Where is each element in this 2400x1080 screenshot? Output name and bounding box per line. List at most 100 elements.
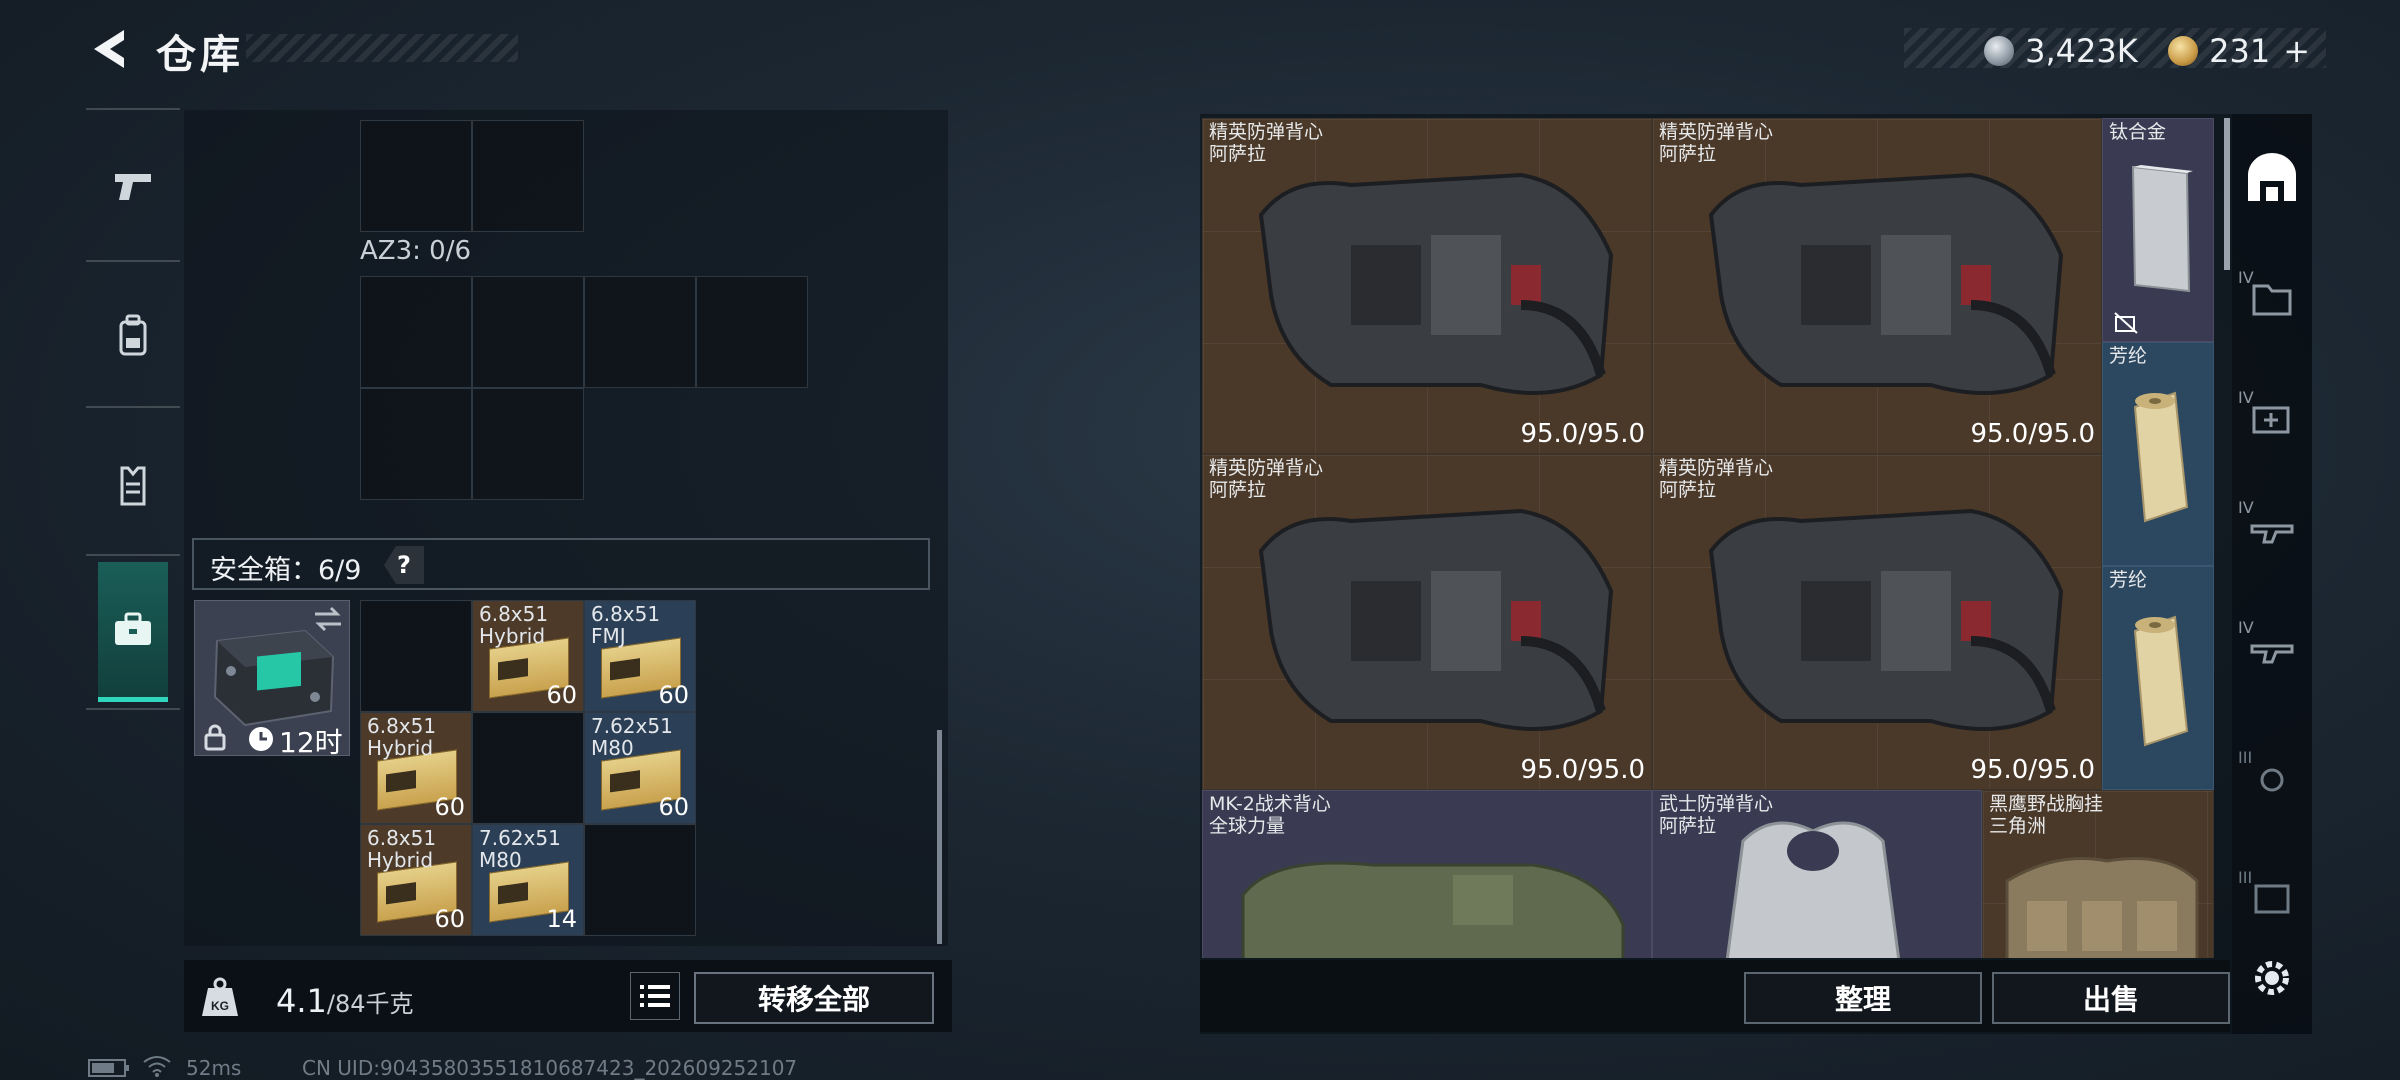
safebox-slot-empty[interactable] <box>360 600 472 712</box>
ammo-item[interactable]: 6.8x51 Hybrid 60 <box>360 824 472 936</box>
az3-slot[interactable] <box>472 388 584 500</box>
rail-tier-filter[interactable]: III <box>2236 850 2308 946</box>
ping-readout: 52ms <box>186 1056 242 1080</box>
storage-item[interactable]: 精英防弹背心 阿萨拉 95.0/95.0 <box>1202 454 1652 790</box>
briefcase-icon <box>115 612 151 645</box>
ammo-item[interactable]: 7.62x51 M80 14 <box>472 824 584 936</box>
aramid-roll-icon <box>2133 615 2189 747</box>
vest-icon <box>120 466 146 506</box>
az3-capacity-label: AZ3: 0/6 <box>360 236 472 266</box>
safebox-capacity-label: 安全箱：6/9 <box>210 555 362 586</box>
gold-coin-icon <box>2168 36 2198 66</box>
storage-item[interactable]: 芳纶 <box>2102 342 2214 566</box>
ammo-count: 60 <box>434 905 465 933</box>
storage-item[interactable]: 芳纶 <box>2102 566 2214 790</box>
storage-grid: 精英防弹背心 阿萨拉 95.0/95.0 精英防弹背心 阿萨拉 95.0/95.… <box>1202 118 2218 958</box>
medkit-icon <box>2252 406 2290 434</box>
az3-slot[interactable] <box>360 388 472 500</box>
storage-item[interactable]: 钛合金 <box>2102 118 2214 342</box>
ammo-name: 6.8x51 Hybrid <box>479 602 549 648</box>
az3-slot[interactable] <box>696 276 808 388</box>
transfer-all-button[interactable]: 转移全部 <box>694 972 934 1024</box>
armor-vest-icon <box>1258 172 1614 395</box>
ammo-count: 60 <box>658 681 689 709</box>
silver-amount: 3,423K <box>2025 32 2138 70</box>
inventory-slot[interactable] <box>472 120 584 232</box>
back-button[interactable] <box>86 26 136 72</box>
left-scrollbar[interactable] <box>937 730 942 944</box>
rail-tier-filter[interactable]: III <box>2236 730 2308 826</box>
tier-label: IV <box>2238 498 2254 517</box>
item-durability: 95.0/95.0 <box>1520 755 1645 785</box>
tier-label: III <box>2238 868 2253 887</box>
item-name: 芳纶 <box>2109 569 2148 591</box>
add-currency-button[interactable]: + <box>2283 32 2310 70</box>
ammo-name: 6.8x51 Hybrid <box>367 826 437 872</box>
storage-item[interactable]: 黑鹰野战胸挂 三角洲 <box>1982 790 2214 958</box>
item-name: 精英防弹背心 阿萨拉 <box>1659 121 1774 165</box>
gear-parts-icon <box>2260 768 2284 792</box>
ammo-name: 7.62x51 M80 <box>479 826 561 872</box>
tier-label: IV <box>2238 618 2254 637</box>
item-name: 芳纶 <box>2109 345 2148 367</box>
item-name: 精英防弹背心 阿萨拉 <box>1209 457 1324 501</box>
armor-vest-icon <box>1258 508 1614 731</box>
settings-button[interactable] <box>2250 956 2294 1000</box>
storage-scrollbar[interactable] <box>2224 118 2230 270</box>
weight-readout: 4.1/84千克 <box>276 982 414 1020</box>
silver-coin-icon <box>1984 36 2014 66</box>
wifi-icon <box>142 1054 172 1080</box>
rail-tier-filter[interactable]: IV <box>2236 250 2308 346</box>
rail-tier-filter[interactable]: IV <box>2236 600 2308 696</box>
az3-slot[interactable] <box>472 276 584 388</box>
storage-item[interactable]: 精英防弹背心 阿萨拉 95.0/95.0 <box>1652 118 2102 454</box>
chest-rig-icon <box>2005 857 2199 958</box>
ammo-item[interactable]: 6.8x51 Hybrid 60 <box>360 712 472 824</box>
ammo-count: 60 <box>434 793 465 821</box>
storage-item[interactable]: 武士防弹背心 阿萨拉 <box>1652 790 1982 958</box>
uid-readout: CN UID:90435803551810687423_202609252107 <box>302 1056 798 1080</box>
clock-icon <box>249 727 273 751</box>
sell-button[interactable]: 出售 <box>1992 972 2230 1024</box>
tab-backpack[interactable] <box>86 266 180 406</box>
ammo-item[interactable]: 6.8x51 Hybrid 60 <box>472 600 584 712</box>
storage-item[interactable]: MK-2战术背心 全球力量 <box>1202 790 1652 958</box>
back-arrow-icon <box>94 30 124 68</box>
ammo-item[interactable]: 7.62x51 M80 60 <box>584 712 696 824</box>
safebox-slot-empty[interactable] <box>472 712 584 824</box>
armor-vest-icon <box>1708 172 2064 395</box>
gold-amount: 231 <box>2209 32 2271 70</box>
swap-icon <box>315 606 341 632</box>
item-durability: 95.0/95.0 <box>1970 419 2095 449</box>
rail-all-storage[interactable] <box>2236 130 2308 226</box>
weight-icon: KG <box>194 974 246 1022</box>
storage-item[interactable]: 精英防弹背心 阿萨拉 95.0/95.0 <box>1202 118 1652 454</box>
rail-tier-filter[interactable]: IV <box>2236 480 2308 576</box>
tactical-vest-icon <box>1241 861 1625 958</box>
item-name: MK-2战术背心 全球力量 <box>1209 793 1331 837</box>
item-name: 黑鹰野战胸挂 三角洲 <box>1989 793 2104 837</box>
az3-slot[interactable] <box>360 276 472 388</box>
weight-max: /84千克 <box>326 990 414 1018</box>
no-repair-icon <box>2114 312 2138 334</box>
tab-weapons[interactable] <box>86 116 180 256</box>
az3-slot[interactable] <box>584 276 696 388</box>
armor-vest-icon <box>1708 508 2064 731</box>
inventory-slot[interactable] <box>360 120 472 232</box>
tier-label: IV <box>2238 268 2254 287</box>
page-title: 仓库 <box>156 32 244 78</box>
svg-text:KG: KG <box>211 999 229 1013</box>
tab-vest[interactable] <box>86 416 180 556</box>
list-view-button[interactable] <box>630 972 680 1020</box>
storage-item[interactable]: 精英防弹背心 阿萨拉 95.0/95.0 <box>1652 454 2102 790</box>
pistol-icon <box>115 174 151 200</box>
titanium-plate-icon <box>2131 165 2193 293</box>
ammo-item[interactable]: 6.8x51 FMJ 60 <box>584 600 696 712</box>
organize-button[interactable]: 整理 <box>1744 972 1982 1024</box>
safebox-slot-empty[interactable] <box>584 824 696 936</box>
tab-safebox[interactable] <box>98 562 168 702</box>
item-name: 钛合金 <box>2109 121 2167 143</box>
safebox-item[interactable]: 12时 <box>194 600 350 759</box>
rail-tier-filter[interactable]: IV <box>2236 370 2308 466</box>
battery-icon <box>88 1058 130 1080</box>
